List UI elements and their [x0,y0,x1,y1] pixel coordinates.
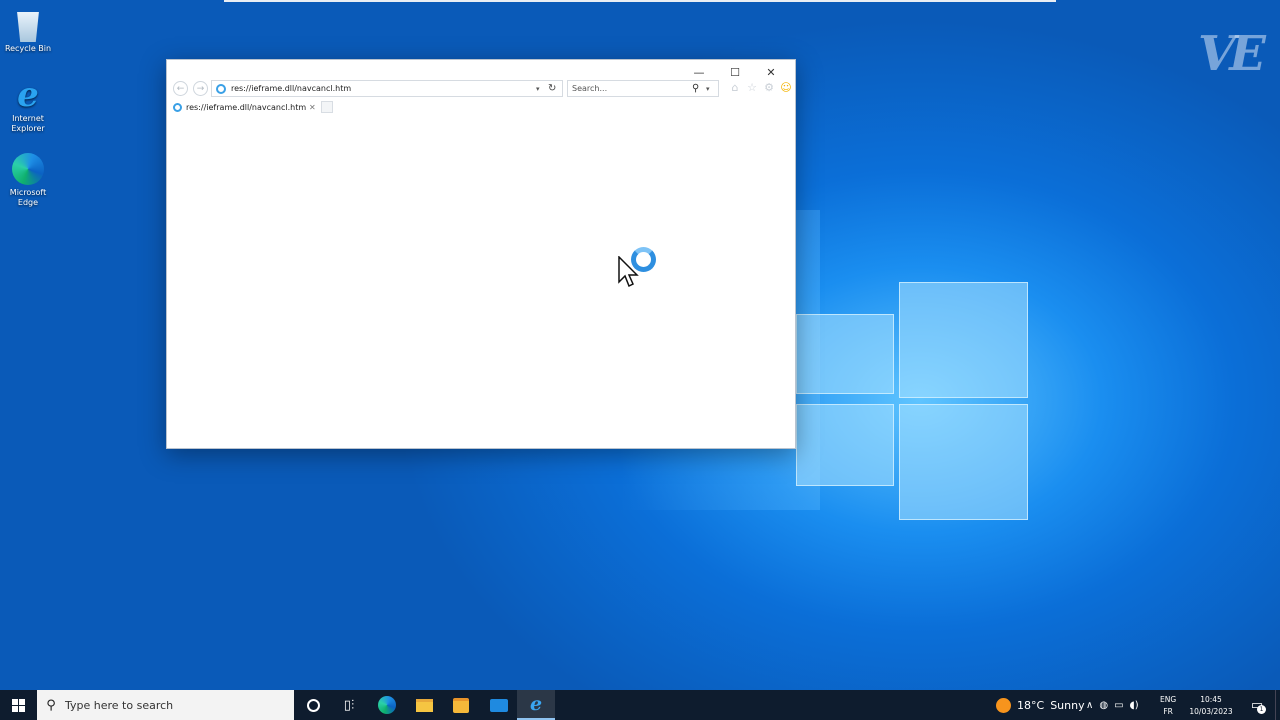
cortana-button[interactable] [294,690,332,720]
watermark-logo: VE [1198,26,1266,82]
address-dropdown-icon[interactable]: ▾ [536,85,548,93]
search-dropdown-icon[interactable]: ▾ [706,85,718,93]
desktop-icon-microsoft-edge[interactable]: Microsoft Edge [4,152,52,208]
settings-gear-icon[interactable]: ⚙ [762,81,776,95]
desktop-icon-label: Recycle Bin [4,44,52,53]
show-hidden-icons-chevron-icon[interactable]: ∧ [1086,700,1093,711]
volume-icon[interactable]: ◖) [1130,700,1139,711]
internet-explorer-icon: e [17,75,39,115]
taskbar-file-explorer-button[interactable] [405,690,443,720]
tab-page-icon [173,102,182,112]
weather-description: Sunny [1050,698,1085,712]
language-indicator[interactable]: ENG FR [1160,694,1176,718]
internet-explorer-icon: e [529,693,543,715]
wallpaper-windows-logo [796,282,1028,520]
start-button[interactable] [0,690,36,720]
tab-title: res://ieframe.dll/navcancl.htm [186,102,307,112]
taskbar-search-box[interactable]: ⚲ Type here to search [37,690,294,720]
action-center-button[interactable]: ▭ 1 [1246,690,1268,720]
show-desktop-button[interactable] [1275,690,1280,720]
taskbar-search-placeholder[interactable]: Type here to search [65,699,173,712]
folder-icon [415,698,433,712]
search-icon[interactable]: ⚲ [692,83,706,94]
desktop-icon-internet-explorer[interactable]: e Internet Explorer [4,78,52,134]
search-icon: ⚲ [46,697,56,713]
clock-time: 10:45 [1200,695,1222,704]
task-view-icon: ▯⫶ [343,697,355,713]
taskbar-edge-button[interactable] [368,690,406,720]
cortana-circle-icon [306,698,320,712]
mail-envelope-icon [490,698,508,712]
tab-close-icon[interactable]: ✕ [309,103,319,112]
language-bottom: FR [1163,707,1173,716]
minimize-button[interactable]: — [681,64,717,80]
taskbar: ⚲ Type here to search ▯⫶ e 18°C Sunny ∧ … [0,690,1280,720]
address-row: ← → res://ieframe.dll/navcancl.htm ▾ ↻ S… [167,80,795,98]
notification-count-badge: 1 [1257,705,1266,714]
recycle-bin-icon [17,12,39,42]
taskbar-mail-button[interactable] [480,690,518,720]
sun-weather-icon [996,697,1011,713]
store-bag-icon [453,697,469,713]
mouse-cursor-icon [618,256,639,288]
tab-row: res://ieframe.dll/navcancl.htm ✕ [167,99,795,115]
back-arrow-icon: ← [176,83,185,94]
search-field[interactable]: Search... ⚲ ▾ [567,80,719,97]
defender-shield-icon[interactable]: ◍ [1099,700,1108,711]
toolbar-right: ⌂ ☆ ⚙ ☺ [728,81,793,95]
weather-temperature: 18°C [1017,698,1045,712]
microsoft-edge-icon [378,696,396,714]
top-screen-strip [224,0,1056,2]
taskbar-internet-explorer-button[interactable]: e [517,690,555,720]
windows-logo-icon [11,698,25,712]
desktop-icon-recycle-bin[interactable]: Recycle Bin [4,6,52,54]
address-bar[interactable]: res://ieframe.dll/navcancl.htm ▾ ↻ [211,80,563,97]
tab-active[interactable]: res://ieframe.dll/navcancl.htm ✕ [171,99,319,115]
language-top: ENG [1160,695,1177,704]
favorites-star-icon[interactable]: ☆ [745,81,759,95]
new-tab-button[interactable] [321,101,333,113]
desktop-icon-label: Microsoft Edge [9,188,47,207]
page-icon [216,83,226,94]
refresh-icon[interactable]: ↻ [548,83,562,94]
window-controls: — ☐ ✕ [681,64,789,80]
taskbar-store-button[interactable] [442,690,480,720]
feedback-smiley-icon[interactable]: ☺ [779,81,793,95]
close-button[interactable]: ✕ [753,64,789,80]
clock[interactable]: 10:45 10/03/2023 [1184,694,1238,718]
home-icon[interactable]: ⌂ [728,81,742,95]
task-view-button[interactable]: ▯⫶ [330,690,368,720]
back-button[interactable]: ← [173,81,188,96]
microsoft-edge-icon [11,152,45,186]
search-placeholder[interactable]: Search... [568,84,692,93]
internet-explorer-window: — ☐ ✕ ← → res://ieframe.dll/navcancl.htm… [166,59,796,449]
desktop-icon-label: Internet Explorer [11,114,45,133]
address-url[interactable]: res://ieframe.dll/navcancl.htm [231,84,536,93]
forward-arrow-icon: → [196,83,205,94]
forward-button[interactable]: → [193,81,208,96]
network-icon[interactable]: ▭ [1114,700,1123,711]
clock-date: 10/03/2023 [1189,707,1233,716]
system-tray: ∧ ◍ ▭ ◖) [1086,690,1139,720]
weather-widget[interactable]: 18°C Sunny [996,690,1085,720]
maximize-button[interactable]: ☐ [717,64,753,80]
